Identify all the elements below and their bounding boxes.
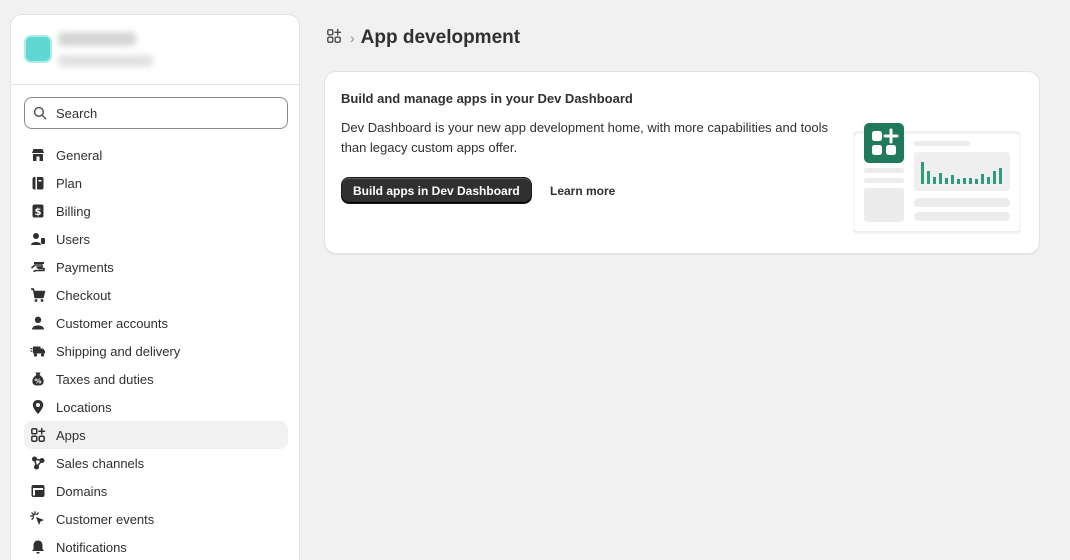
cart-icon <box>30 287 46 303</box>
sidebar-item-label: Checkout <box>56 287 111 303</box>
bell-icon <box>30 539 46 555</box>
sidebar-item-customer-events[interactable]: Customer events <box>24 505 288 533</box>
sidebar-item-taxes[interactable]: % Taxes and duties <box>24 365 288 393</box>
dev-dashboard-illustration <box>853 123 1021 235</box>
sidebar-item-billing[interactable]: $ Billing <box>24 197 288 225</box>
sidebar-item-checkout[interactable]: Checkout <box>24 281 288 309</box>
dev-dashboard-card: Build and manage apps in your Dev Dashbo… <box>324 71 1040 254</box>
tax-icon: % <box>30 371 46 387</box>
sidebar-item-general[interactable]: General <box>24 141 288 169</box>
sidebar-item-locations[interactable]: Locations <box>24 393 288 421</box>
card-description: Dev Dashboard is your new app developmen… <box>341 120 829 155</box>
sidebar-item-plan[interactable]: Plan <box>24 169 288 197</box>
store-name-blurred <box>58 32 136 46</box>
sidebar-item-label: Plan <box>56 175 83 191</box>
store-header[interactable] <box>11 15 299 85</box>
sidebar-item-apps[interactable]: Apps <box>24 421 288 449</box>
sidebar-item-label: Customer accounts <box>56 315 168 331</box>
build-apps-button[interactable]: Build apps in Dev Dashboard <box>341 177 532 204</box>
apps-icon <box>30 427 46 443</box>
card-title: Build and manage apps in your Dev Dashbo… <box>341 91 633 106</box>
users-icon <box>30 231 46 247</box>
sidebar-item-label: General <box>56 147 103 163</box>
search-input[interactable] <box>56 105 276 121</box>
sidebar-item-label: Customer events <box>56 511 155 527</box>
svg-text:%: % <box>34 378 41 386</box>
sidebar-item-label: Domains <box>56 483 108 499</box>
search-field[interactable] <box>24 97 288 129</box>
location-pin-icon <box>30 399 46 415</box>
sidebar-item-shipping[interactable]: Shipping and delivery <box>24 337 288 365</box>
plan-icon <box>30 175 46 191</box>
sidebar-item-label: Notifications <box>56 539 127 555</box>
learn-more-button[interactable]: Learn more <box>539 177 626 204</box>
person-icon <box>30 315 46 331</box>
sales-channels-icon <box>30 455 46 471</box>
sidebar-item-notifications[interactable]: Notifications <box>24 533 288 560</box>
store-avatar <box>24 35 52 63</box>
search-icon <box>33 106 47 120</box>
domains-icon <box>30 483 46 499</box>
sidebar-item-users[interactable]: Users <box>24 225 288 253</box>
sidebar-item-customer-accounts[interactable]: Customer accounts <box>24 309 288 337</box>
sidebar-item-label: Locations <box>56 399 112 415</box>
sidebar-item-label: Billing <box>56 203 91 219</box>
breadcrumb: › App development <box>326 26 520 50</box>
sidebar-item-label: Apps <box>56 427 86 443</box>
sidebar-item-payments[interactable]: Payments <box>24 253 288 281</box>
svg-text:$: $ <box>35 207 42 218</box>
page-title: App development <box>360 27 521 48</box>
sidebar-item-label: Sales channels <box>56 455 145 471</box>
billing-icon: $ <box>30 203 46 219</box>
settings-sidebar: General Plan $ Billing Users Payments <box>10 14 300 560</box>
store-icon <box>30 147 46 163</box>
settings-nav: General Plan $ Billing Users Payments Ch… <box>24 141 288 560</box>
sidebar-item-sales-channels[interactable]: Sales channels <box>24 449 288 477</box>
truck-icon <box>30 343 46 359</box>
chevron-right-icon: › <box>350 30 355 46</box>
sidebar-item-domains[interactable]: Domains <box>24 477 288 505</box>
payments-icon <box>30 259 46 275</box>
apps-icon[interactable] <box>326 28 342 49</box>
sidebar-item-label: Taxes and duties <box>56 371 154 387</box>
sidebar-item-label: Payments <box>56 259 114 275</box>
store-url-blurred <box>58 55 153 67</box>
cursor-click-icon <box>30 511 46 527</box>
sidebar-item-label: Users <box>56 231 90 247</box>
sidebar-item-label: Shipping and delivery <box>56 343 181 359</box>
